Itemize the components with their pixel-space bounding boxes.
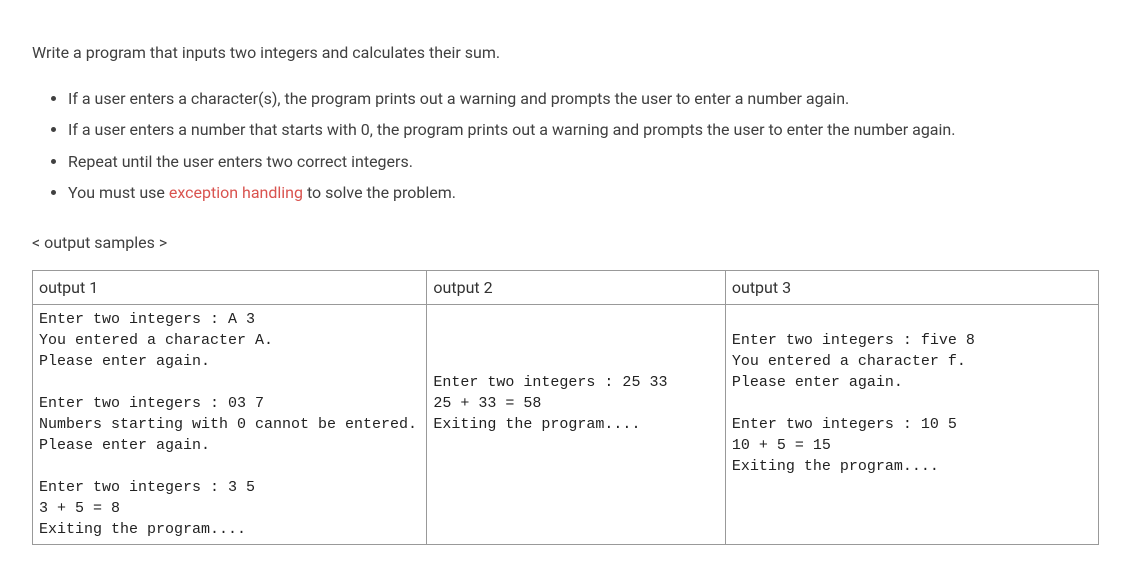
output-table: output 1 output 2 output 3 Enter two int… — [32, 270, 1099, 546]
output-1-cell: Enter two integers : A 3 You entered a c… — [33, 305, 427, 545]
output-3-cell: Enter two integers : five 8 You entered … — [725, 305, 1098, 545]
bullet-2: If a user enters a number that starts wi… — [68, 117, 1099, 143]
bullet-4: You must use exception handling to solve… — [68, 180, 1099, 206]
bullet-3: Repeat until the user enters two correct… — [68, 149, 1099, 175]
header-output-1: output 1 — [33, 270, 427, 305]
table-header-row: output 1 output 2 output 3 — [33, 270, 1099, 305]
bullet-4-suffix: to solve the problem. — [303, 183, 456, 202]
samples-label: < output samples > — [32, 230, 1099, 256]
bullet-4-prefix: You must use — [68, 183, 169, 202]
table-data-row: Enter two integers : A 3 You entered a c… — [33, 305, 1099, 545]
intro-text: Write a program that inputs two integers… — [32, 40, 1099, 66]
header-output-2: output 2 — [427, 270, 725, 305]
bullet-1: If a user enters a character(s), the pro… — [68, 86, 1099, 112]
bullet-4-highlight: exception handling — [169, 183, 303, 202]
output-2-cell: Enter two integers : 25 33 25 + 33 = 58 … — [427, 305, 725, 545]
header-output-3: output 3 — [725, 270, 1098, 305]
requirements-list: If a user enters a character(s), the pro… — [32, 86, 1099, 206]
